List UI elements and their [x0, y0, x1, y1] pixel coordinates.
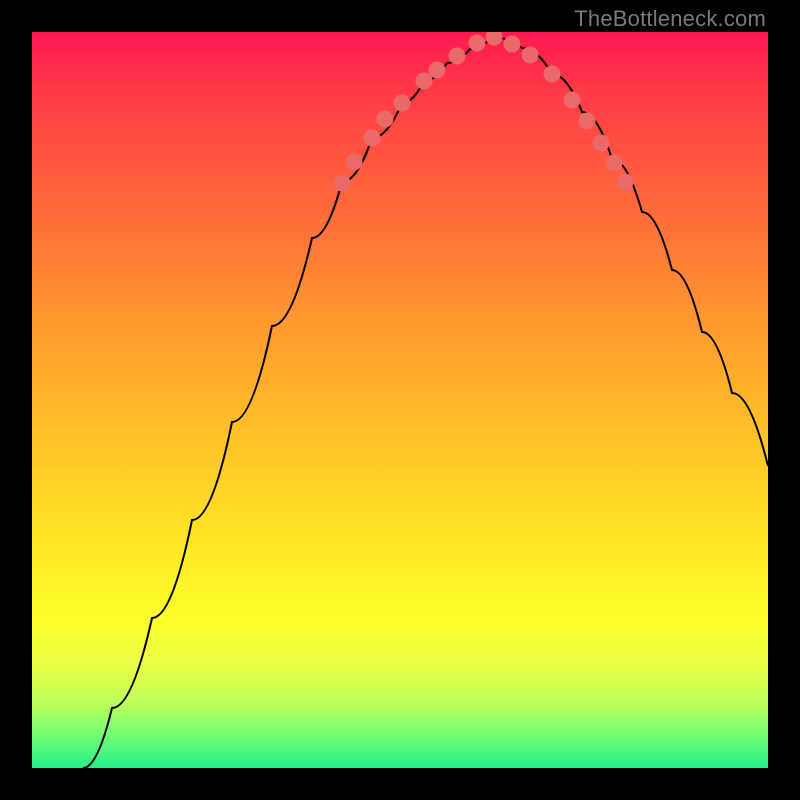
salmon-dot [377, 111, 394, 128]
salmon-dot [617, 174, 634, 191]
salmon-dot [544, 66, 561, 83]
right-curve [492, 37, 768, 466]
plot-area [32, 32, 768, 768]
salmon-dot [504, 36, 521, 53]
salmon-dot-group [334, 32, 634, 192]
curve-layer [32, 32, 768, 768]
salmon-dot [579, 113, 596, 130]
salmon-dot [469, 35, 486, 52]
salmon-dot [334, 175, 351, 192]
salmon-dot [606, 155, 623, 172]
salmon-dot [394, 95, 411, 112]
outer-frame: TheBottleneck.com [0, 0, 800, 800]
salmon-dot [364, 130, 381, 147]
watermark-text: TheBottleneck.com [574, 6, 766, 32]
salmon-dot [522, 47, 539, 64]
salmon-dot [429, 62, 446, 79]
salmon-dot [593, 135, 610, 152]
salmon-dot [449, 48, 466, 65]
salmon-dot [346, 154, 363, 171]
salmon-dot [564, 92, 581, 109]
left-curve [83, 37, 492, 768]
salmon-dot [416, 73, 433, 90]
salmon-dot [486, 32, 503, 46]
